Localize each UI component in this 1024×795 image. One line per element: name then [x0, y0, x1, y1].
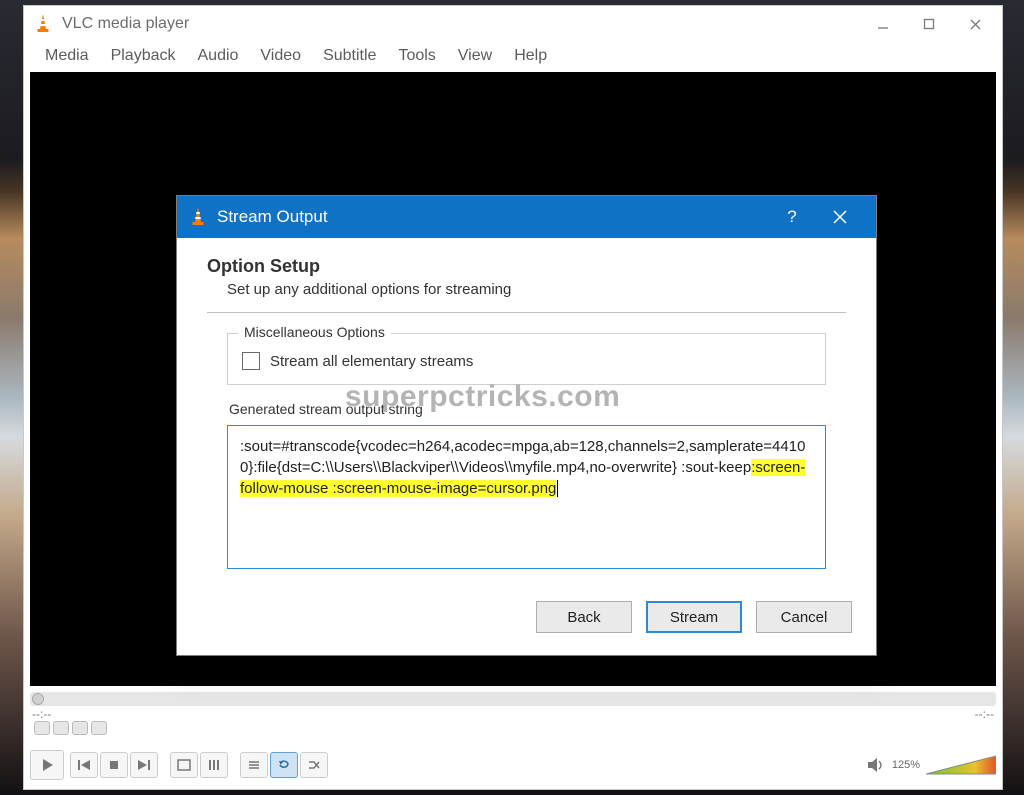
mini-toolbar	[24, 721, 1002, 741]
minimize-button[interactable]	[860, 8, 906, 40]
prev-button[interactable]	[70, 752, 98, 778]
stream-all-checkbox[interactable]	[242, 352, 260, 370]
record-toggle-icon[interactable]	[53, 721, 69, 735]
misc-options-legend: Miscellaneous Options	[238, 324, 391, 340]
fullscreen-button[interactable]	[170, 752, 198, 778]
generated-string-textarea[interactable]: :sout=#transcode{vcodec=h264,acodec=mpga…	[227, 425, 826, 569]
volume-label: 125%	[892, 759, 920, 771]
stream-output-dialog: Stream Output ? Option Setup Set up any …	[176, 195, 877, 656]
dialog-subheader: Set up any additional options for stream…	[227, 281, 846, 298]
snapshot-toggle-icon[interactable]	[72, 721, 88, 735]
back-button[interactable]: Back	[536, 601, 632, 633]
stream-button[interactable]: Stream	[646, 601, 742, 633]
menu-audio[interactable]: Audio	[187, 43, 250, 69]
menu-playback[interactable]: Playback	[100, 43, 187, 69]
speaker-icon[interactable]	[866, 756, 886, 774]
close-button[interactable]	[952, 8, 998, 40]
menu-media[interactable]: Media	[34, 43, 100, 69]
volume-slider[interactable]	[926, 754, 996, 776]
playback-controls: 125%	[24, 741, 1002, 789]
play-button[interactable]	[30, 750, 64, 780]
vlc-title: VLC media player	[62, 15, 189, 33]
vlc-cone-icon	[189, 206, 207, 228]
text-caret-icon	[557, 480, 558, 497]
dialog-help-button[interactable]: ?	[768, 196, 816, 238]
divider	[207, 312, 846, 313]
playlist-button[interactable]	[240, 752, 268, 778]
ab-loop-toggle-icon[interactable]	[91, 721, 107, 735]
menu-help[interactable]: Help	[503, 43, 558, 69]
vlc-cone-icon	[34, 13, 52, 35]
vlc-menubar: Media Playback Audio Video Subtitle Tool…	[24, 42, 1002, 70]
dialog-close-button[interactable]	[816, 196, 864, 238]
menu-video[interactable]: Video	[249, 43, 312, 69]
dialog-header: Option Setup	[207, 256, 846, 277]
generated-string-plain: :sout=#transcode{vcodec=h264,acodec=mpga…	[240, 438, 805, 476]
cancel-button[interactable]: Cancel	[756, 601, 852, 633]
loop-button[interactable]	[270, 752, 298, 778]
seek-slider[interactable]	[30, 692, 996, 706]
menu-view[interactable]: View	[447, 43, 503, 69]
time-total: --:--	[975, 707, 994, 721]
extended-settings-button[interactable]	[200, 752, 228, 778]
time-current: --:--	[32, 707, 51, 721]
next-button[interactable]	[130, 752, 158, 778]
seek-knob-icon[interactable]	[32, 693, 44, 705]
maximize-button[interactable]	[906, 8, 952, 40]
menu-tools[interactable]: Tools	[387, 43, 446, 69]
misc-options-group: Miscellaneous Options Stream all element…	[227, 333, 826, 385]
dialog-titlebar[interactable]: Stream Output ?	[177, 196, 876, 238]
vlc-titlebar[interactable]: VLC media player	[24, 6, 1002, 42]
shuffle-button[interactable]	[300, 752, 328, 778]
menu-subtitle[interactable]: Subtitle	[312, 43, 387, 69]
dialog-title: Stream Output	[217, 207, 328, 227]
dock-toggle-icon[interactable]	[34, 721, 50, 735]
stop-button[interactable]	[100, 752, 128, 778]
stream-all-label: Stream all elementary streams	[270, 353, 473, 370]
generated-string-label: Generated stream output string	[229, 401, 826, 417]
